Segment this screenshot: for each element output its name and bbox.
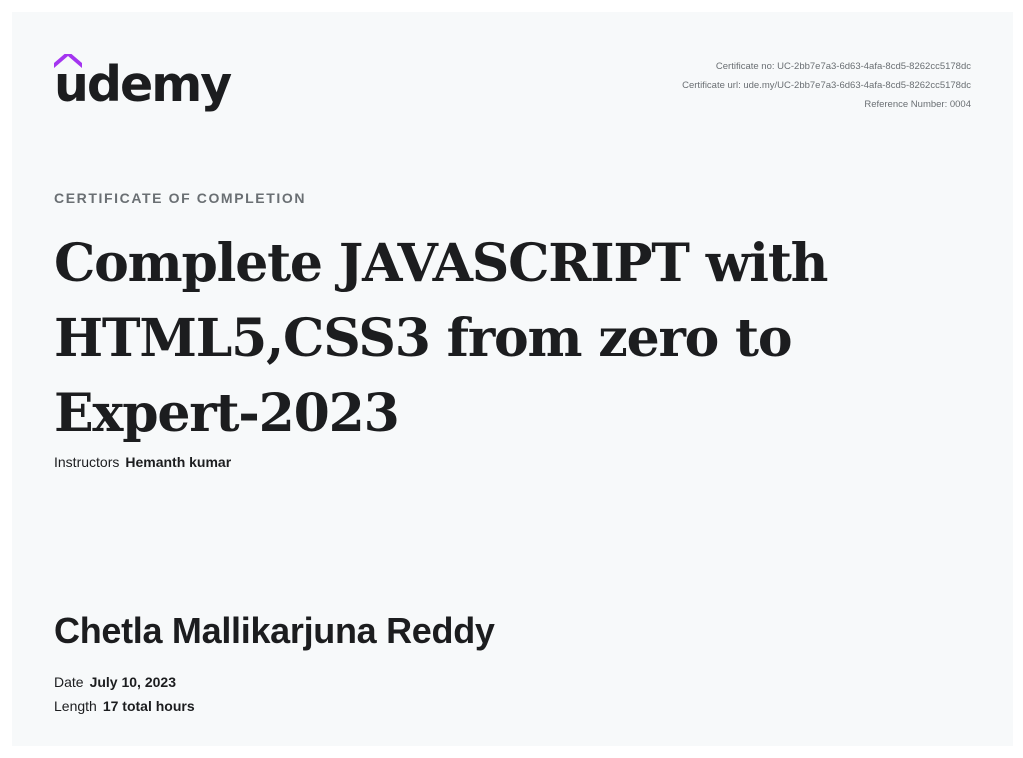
instructors-label: Instructors bbox=[54, 454, 120, 470]
length-label: Length bbox=[54, 698, 97, 714]
date-value: July 10, 2023 bbox=[89, 674, 176, 690]
reference-number: Reference Number: 0004 bbox=[864, 99, 971, 110]
course-title: Complete JAVASCRIPT with HTML5,CSS3 from… bbox=[54, 233, 828, 444]
certificate-page: udemy Certificate no: UC-2bb7e7a3-6d63-4… bbox=[12, 12, 1013, 746]
certificate-number: Certificate no: UC-2bb7e7a3-6d63-4afa-8c… bbox=[715, 61, 971, 72]
udemy-logo: udemy bbox=[54, 54, 234, 124]
date-label: Date bbox=[54, 674, 84, 690]
udemy-wordmark: udemy bbox=[54, 56, 232, 113]
recipient-name: Chetla Mallikarjuna Reddy bbox=[54, 610, 495, 651]
certificate-meta: Certificate no: UC-2bb7e7a3-6d63-4afa-8c… bbox=[682, 57, 971, 114]
length-row: Length 17 total hours bbox=[54, 698, 195, 714]
date-row: Date July 10, 2023 bbox=[54, 674, 176, 690]
certificate-eyebrow: CERTIFICATE OF COMPLETION bbox=[54, 190, 307, 206]
instructors-row: Instructors Hemanth kumar bbox=[54, 454, 231, 470]
length-value: 17 total hours bbox=[102, 698, 195, 714]
instructors-value: Hemanth kumar bbox=[125, 454, 232, 470]
certificate-url: Certificate url: ude.my/UC-2bb7e7a3-6d63… bbox=[682, 80, 971, 91]
